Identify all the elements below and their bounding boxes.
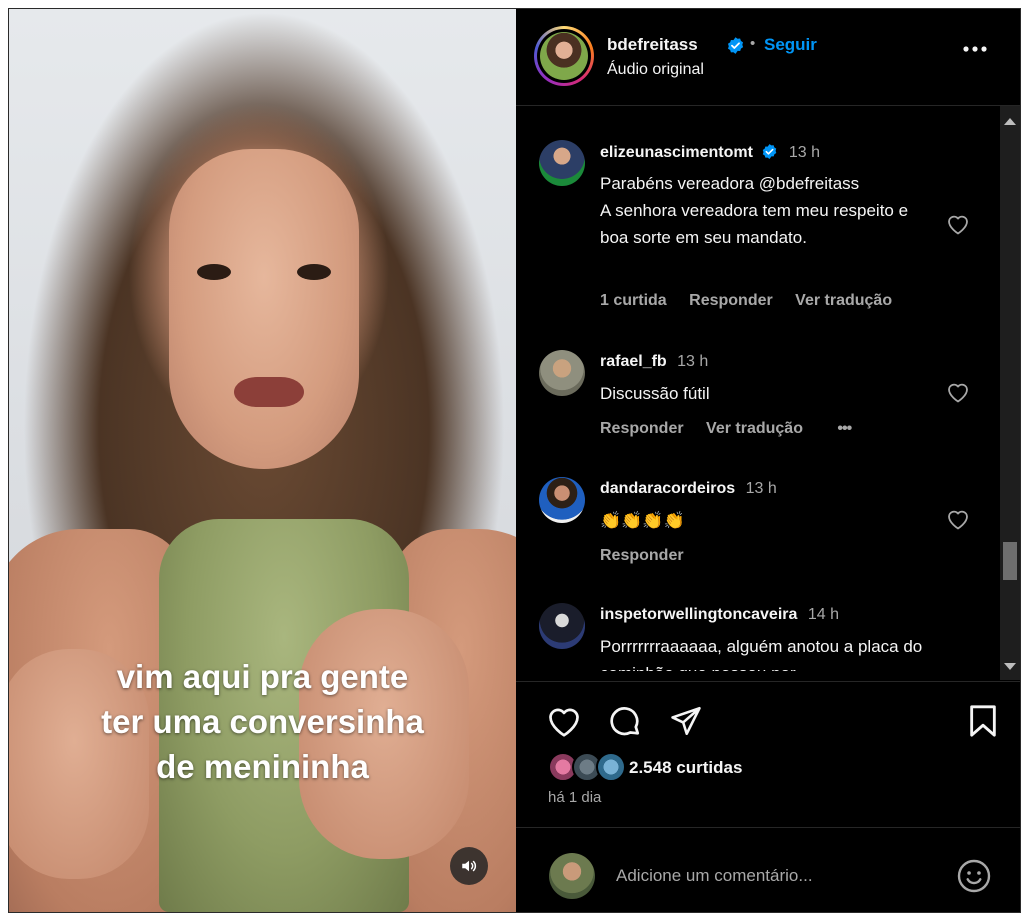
commenter-avatar[interactable] [539,477,585,523]
scroll-down-icon[interactable] [1004,663,1016,670]
verified-badge-icon [727,37,744,54]
follow-button[interactable]: Seguir [764,35,817,55]
likers-avatars[interactable] [538,752,626,782]
commenter-username[interactable]: rafael_fb [600,353,667,370]
reel-video[interactable]: vim aqui pra gente ter uma conversinha d… [9,9,516,912]
post-time[interactable]: há 1 dia [548,789,601,806]
heart-icon[interactable] [546,704,582,738]
liker-avatar [596,752,626,782]
comment-icon[interactable] [607,704,643,740]
heart-icon[interactable] [946,381,970,403]
sound-toggle-button[interactable] [450,847,488,885]
comment-actions: Responder Ver tradução ••• [600,420,869,438]
emoji-icon[interactable] [956,858,992,894]
post-modal: vim aqui pra gente ter uma conversinha d… [8,8,1021,913]
commenter-username[interactable]: elizeunascimentomt [600,144,753,161]
heart-icon[interactable] [946,508,970,530]
verified-badge-icon [763,144,777,159]
commenter-avatar[interactable] [539,603,585,649]
video-caption: vim aqui pra gente ter uma conversinha d… [9,654,516,789]
comment-input[interactable] [614,860,938,892]
reply-button[interactable]: Responder [689,292,773,309]
caption-line: ter uma conversinha [101,703,424,740]
comment-time: 13 h [677,353,709,370]
post-actions-bar: 2.548 curtidas há 1 dia [516,681,1020,827]
comments-list[interactable]: elizeunascimentomt 13 h Parabéns vereado… [516,106,1020,671]
translate-button[interactable]: Ver tradução [706,420,803,437]
video-figure-part [234,377,304,407]
author-username[interactable]: bdefreitass [607,35,698,55]
current-user-avatar [549,853,595,899]
more-options-icon[interactable] [962,45,988,53]
commenter-avatar[interactable] [539,140,585,186]
post-side-panel: bdefreitass • Seguir Áudio original eliz… [516,9,1020,912]
bookmark-icon[interactable] [968,704,998,738]
send-icon[interactable] [668,704,704,738]
add-comment-bar [516,827,1020,912]
comment-time: 13 h [745,480,777,497]
author-avatar[interactable] [534,26,594,86]
original-audio-link[interactable]: Áudio original [607,61,704,79]
comment-actions: Responder [600,547,702,565]
post-header: bdefreitass • Seguir Áudio original [516,9,1020,106]
reply-button[interactable]: Responder [600,547,684,564]
video-figure-part [197,264,231,280]
speaker-icon [462,860,477,872]
caption-line: de menininha [156,748,369,785]
comment-actions: 1 curtida Responder Ver tradução [600,292,910,310]
comment-text: Discussão fútil [600,384,710,403]
commenter-avatar[interactable] [539,350,585,396]
video-figure-part [297,264,331,280]
comment-time: 14 h [807,606,839,623]
comment-likes-count[interactable]: 1 curtida [600,292,667,309]
translate-button[interactable]: Ver tradução [795,292,892,309]
avatar-image [540,32,588,80]
caption-line: vim aqui pra gente [116,658,409,695]
heart-icon[interactable] [946,213,970,235]
comment-text: Parabéns vereadora @bdefreitass A senhor… [600,174,909,247]
comments-scrollbar[interactable] [1000,106,1020,680]
likes-count[interactable]: 2.548 curtidas [629,758,742,778]
comment-text: 👏👏👏👏 [600,511,685,530]
video-figure-part [169,149,359,469]
reply-button[interactable]: Responder [600,420,684,437]
commenter-username[interactable]: inspetorwellingtoncaveira [600,606,797,623]
heart-icon[interactable] [946,669,970,671]
comment-time: 13 h [788,144,820,161]
comment-more-options-icon[interactable]: ••• [837,420,852,437]
commenter-username[interactable]: dandaracordeiros [600,480,735,497]
scroll-thumb[interactable] [1003,542,1017,580]
scroll-up-icon[interactable] [1004,118,1016,125]
separator-dot: • [750,35,756,52]
comment-text: Porrrrrrraaaaaa, alguém anotou a placa d… [600,637,923,671]
